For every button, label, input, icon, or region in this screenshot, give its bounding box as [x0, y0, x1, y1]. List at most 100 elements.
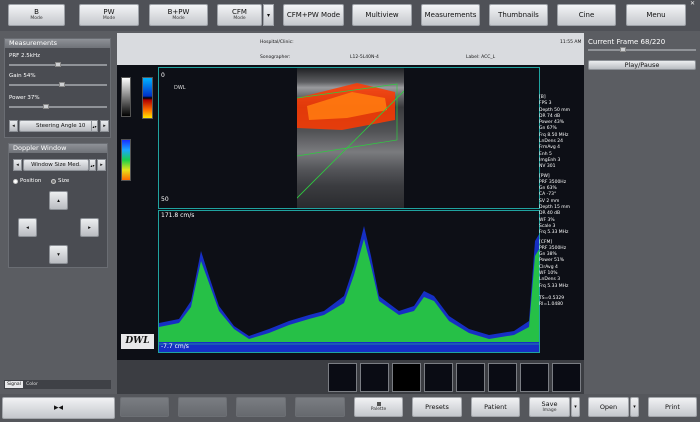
grayscale-bar [121, 77, 131, 117]
thumbnail[interactable] [520, 363, 549, 392]
color-flow-bar [142, 77, 153, 119]
probe-label: L12-5L40N-4 [350, 55, 379, 60]
window-size-spin-button[interactable]: ▴▾ [89, 159, 96, 171]
multiview-label: Multiview [365, 10, 399, 19]
gain-slider[interactable] [9, 82, 107, 87]
power-label: Power 37% [9, 95, 40, 101]
cfm-pw-mode-button[interactable]: CFM+PW Mode [283, 4, 344, 26]
multiview-button[interactable]: Multiview [352, 4, 412, 26]
move-up-button[interactable]: ▴ [49, 191, 68, 210]
gain-slider-knob[interactable] [58, 82, 65, 87]
power-slider-knob[interactable] [43, 104, 50, 109]
pw-param: Frq 5.33 MHz [539, 230, 569, 236]
measurements-button[interactable]: Measurements [421, 4, 480, 26]
thumbnail[interactable] [552, 363, 581, 392]
prf-label: PRF 2.5kHz [9, 53, 41, 59]
prf-slider-knob[interactable] [55, 62, 61, 67]
measurements-panel-title: Measurements [5, 39, 110, 48]
steering-spin-button[interactable]: ▴▾ [91, 120, 98, 132]
cfm-pw-mode-label: CFM+PW Mode [286, 10, 341, 19]
close-icon[interactable]: ✕ [690, 0, 695, 7]
b-pw-mode-sub: Mode [172, 15, 185, 21]
open-dropdown[interactable]: ▾ [630, 397, 639, 417]
dwl-logo: DWL [121, 334, 154, 349]
save-image-button[interactable]: Save Image [529, 397, 570, 417]
move-right-button[interactable]: ▸ [80, 218, 99, 237]
spectrum-trace [159, 226, 539, 352]
thumbnail[interactable] [392, 363, 421, 392]
b-mode-label: B [34, 7, 39, 16]
thumbnails-button[interactable]: Thumbnails [489, 4, 548, 26]
depth-bottom: 50 [161, 196, 169, 203]
cfm-param: Frq 5.33 MHz [539, 283, 569, 289]
steering-angle-field[interactable]: Steering Angle 10 [19, 120, 94, 132]
doppler-color-bar [121, 139, 131, 181]
open-button[interactable]: Open [588, 397, 629, 417]
prf-slider[interactable] [9, 62, 107, 67]
color-tab[interactable]: Color [24, 381, 40, 388]
time-label: 11:55 AM [560, 40, 582, 45]
parameter-column: [B] FPS 3 Depth 50 mm DR 74 dB Power 43%… [539, 95, 584, 309]
size-radio[interactable] [51, 179, 56, 184]
arrow-down-icon: ▾ [57, 251, 60, 258]
patient-button[interactable]: Patient [471, 397, 520, 417]
b-pw-mode-button[interactable]: B+PW Mode [149, 4, 208, 26]
frame-slider[interactable] [588, 47, 696, 52]
steering-decrease-button[interactable]: ◂ [9, 120, 18, 132]
thumbnail[interactable] [328, 363, 357, 392]
cine-label: Cine [578, 10, 595, 19]
menu-button[interactable]: Menu [626, 4, 686, 26]
thumbnail[interactable] [488, 363, 517, 392]
b-param: NV 301 [539, 164, 556, 170]
print-button[interactable]: Print [648, 397, 697, 417]
disabled-button-3 [236, 397, 286, 417]
palette-button[interactable]: Palette [354, 397, 403, 417]
annotation-label: Label: ACC_L [466, 55, 496, 60]
spectrum-frame [158, 210, 540, 353]
power-slider[interactable] [9, 104, 107, 109]
header-strip [117, 33, 584, 65]
cfm-mode-label: CFM [232, 7, 247, 16]
cine-button[interactable]: Cine [557, 4, 616, 26]
b-mode-sub: Mode [30, 15, 43, 21]
doppler-window-panel: Doppler Window ◂ Window Size Med. ▴▾ ▸ P… [8, 143, 108, 268]
disabled-button-1 [120, 397, 169, 417]
current-frame-label: Current Frame 68/220 [588, 38, 666, 46]
save-sub-label: Image [542, 407, 557, 413]
cfm-mode-dropdown[interactable]: ▾ [263, 4, 274, 26]
frame-slider-knob[interactable] [619, 47, 626, 52]
vmax-label: 171.8 cm/s [161, 212, 195, 219]
size-label: Size [58, 178, 70, 184]
presets-button[interactable]: Presets [412, 397, 462, 417]
steering-increase-button[interactable]: ▸ [100, 120, 109, 132]
position-radio[interactable] [13, 179, 18, 184]
signal-tab[interactable]: Signal [5, 381, 23, 388]
window-size-increase-button[interactable]: ▸ [97, 159, 106, 171]
spectrum-baseline-band [159, 239, 539, 342]
move-down-button[interactable]: ▾ [49, 245, 68, 264]
play-toggle-button[interactable]: ▸◂ [2, 397, 115, 419]
pw-mode-button[interactable]: PW Mode [79, 4, 139, 26]
b-mode-button[interactable]: B Mode [8, 4, 65, 26]
ri-value: RI=1.0480 [539, 302, 563, 308]
disabled-button-2 [178, 397, 227, 417]
orientation-mark: DWL [174, 85, 186, 91]
thumbnail[interactable] [456, 363, 485, 392]
depth-top: 0 [161, 72, 165, 79]
save-dropdown[interactable]: ▾ [571, 397, 580, 417]
window-size-decrease-button[interactable]: ◂ [13, 159, 22, 171]
cfm-mode-button[interactable]: CFM Mode [217, 4, 262, 26]
palette-label: Palette [370, 406, 387, 412]
hospital-label: Hospital/Clinic: [260, 40, 294, 45]
disabled-button-4 [295, 397, 345, 417]
window-size-field[interactable]: Window Size Med. [23, 159, 89, 171]
thumbnail[interactable] [360, 363, 389, 392]
sonographer-label: Sonographer: [260, 55, 291, 60]
thumbnail[interactable] [424, 363, 453, 392]
arrow-right-icon: ▸ [88, 224, 91, 231]
play-pause-button[interactable]: Play/Pause [588, 60, 696, 70]
measurements-panel: Measurements PRF 2.5kHz Gain 54% Power 3… [4, 38, 111, 138]
arrow-up-icon: ▴ [57, 197, 60, 204]
bmode-overlay [297, 83, 404, 199]
move-left-button[interactable]: ◂ [18, 218, 37, 237]
